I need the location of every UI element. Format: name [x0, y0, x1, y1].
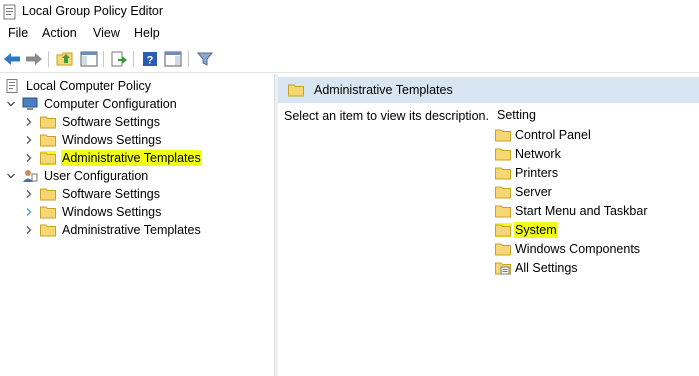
toolbar-separator [133, 51, 134, 67]
folder-icon [40, 151, 56, 165]
chevron-right-icon[interactable] [24, 189, 34, 199]
folder-icon [495, 223, 511, 237]
tree-label: Software Settings [62, 115, 160, 129]
folder-icon [40, 223, 56, 237]
tree-item-uc-administrative-templates[interactable]: Administrative Templates [24, 221, 202, 239]
tree-label: Computer Configuration [44, 97, 177, 111]
menu-view[interactable]: View [93, 26, 120, 40]
tree-label: Administrative Templates [62, 223, 201, 237]
list-item[interactable]: Printers [495, 164, 559, 182]
toolbar-separator [103, 51, 104, 67]
tree-item-uc-software-settings[interactable]: Software Settings [24, 185, 161, 203]
chevron-right-icon[interactable] [24, 117, 34, 127]
list-item-label: Printers [515, 166, 559, 180]
filter-icon[interactable] [195, 49, 215, 69]
policy-document-icon [4, 79, 20, 93]
folder-icon [40, 133, 56, 147]
list-item-label: System [514, 222, 558, 238]
tree-label: User Configuration [44, 169, 149, 183]
list-item[interactable]: Control Panel [495, 126, 592, 144]
all-settings-icon [495, 261, 511, 275]
show-hide-tree-icon[interactable] [79, 49, 99, 69]
description-text: Select an item to view its description. [284, 109, 489, 123]
back-icon[interactable] [2, 49, 22, 69]
chevron-right-icon[interactable] [24, 207, 34, 217]
properties-pane-icon[interactable] [163, 49, 183, 69]
menu-file[interactable]: File [8, 26, 28, 40]
menu-help[interactable]: Help [134, 26, 160, 40]
chevron-right-icon[interactable] [24, 153, 34, 163]
folder-icon [40, 187, 56, 201]
folder-icon [495, 128, 511, 142]
title-bar: Local Group Policy Editor [0, 0, 699, 24]
tree-label: Local Computer Policy [26, 79, 152, 93]
help-icon[interactable]: ? [140, 49, 160, 69]
list-item-label: Control Panel [515, 128, 591, 142]
tree-label: Windows Settings [62, 205, 162, 219]
folder-icon [40, 115, 56, 129]
setting-column-header[interactable]: Setting [497, 108, 536, 122]
tree-pane: Local Computer Policy Computer Configura… [0, 74, 274, 376]
tree-item-local-computer-policy[interactable]: Local Computer Policy [4, 77, 152, 95]
toolbar: ? [0, 45, 699, 73]
tree-item-computer-configuration[interactable]: Computer Configuration [6, 95, 178, 113]
tree-item-user-configuration[interactable]: User Configuration [6, 167, 149, 185]
list-item[interactable]: Server [495, 183, 553, 201]
computer-icon [22, 97, 38, 111]
tree-label: Software Settings [62, 187, 160, 201]
tree-item-cc-windows-settings[interactable]: Windows Settings [24, 131, 162, 149]
export-list-icon[interactable] [109, 49, 129, 69]
folder-icon [288, 83, 304, 97]
list-item-label: All Settings [515, 261, 578, 275]
list-item-label: Windows Components [515, 242, 641, 256]
folder-icon [495, 185, 511, 199]
policy-editor-app-icon [3, 4, 17, 20]
toolbar-separator [48, 51, 49, 67]
up-folder-icon[interactable] [55, 49, 75, 69]
list-item[interactable]: Windows Components [495, 240, 641, 258]
list-item[interactable]: Start Menu and Taskbar [495, 202, 648, 220]
folder-icon [495, 242, 511, 256]
list-item[interactable]: Network [495, 145, 562, 163]
tree-item-cc-software-settings[interactable]: Software Settings [24, 113, 161, 131]
folder-icon [495, 166, 511, 180]
menu-bar: File Action View Help [0, 24, 699, 44]
list-item-label: Server [515, 185, 552, 199]
list-item-label: Start Menu and Taskbar [515, 204, 648, 218]
list-item[interactable]: System [495, 221, 558, 239]
toolbar-separator [188, 51, 189, 67]
chevron-right-icon[interactable] [24, 225, 34, 235]
tree-item-cc-administrative-templates[interactable]: Administrative Templates [24, 149, 202, 167]
svg-text:?: ? [147, 55, 154, 67]
details-header-title: Administrative Templates [314, 83, 453, 97]
user-icon [22, 169, 38, 183]
details-pane: Administrative Templates Select an item … [278, 74, 699, 376]
window-title: Local Group Policy Editor [22, 4, 164, 18]
forward-icon[interactable] [24, 49, 44, 69]
chevron-down-icon[interactable] [6, 99, 16, 109]
list-item[interactable]: All Settings [495, 259, 579, 277]
tree-item-uc-windows-settings[interactable]: Windows Settings [24, 203, 162, 221]
chevron-right-icon[interactable] [24, 135, 34, 145]
folder-icon [40, 205, 56, 219]
chevron-down-icon[interactable] [6, 171, 16, 181]
tree-label: Windows Settings [62, 133, 162, 147]
folder-icon [495, 147, 511, 161]
tree-label: Administrative Templates [61, 150, 202, 166]
details-header: Administrative Templates [278, 77, 699, 103]
list-item-label: Network [515, 147, 561, 161]
menu-action[interactable]: Action [42, 26, 77, 40]
folder-icon [495, 204, 511, 218]
